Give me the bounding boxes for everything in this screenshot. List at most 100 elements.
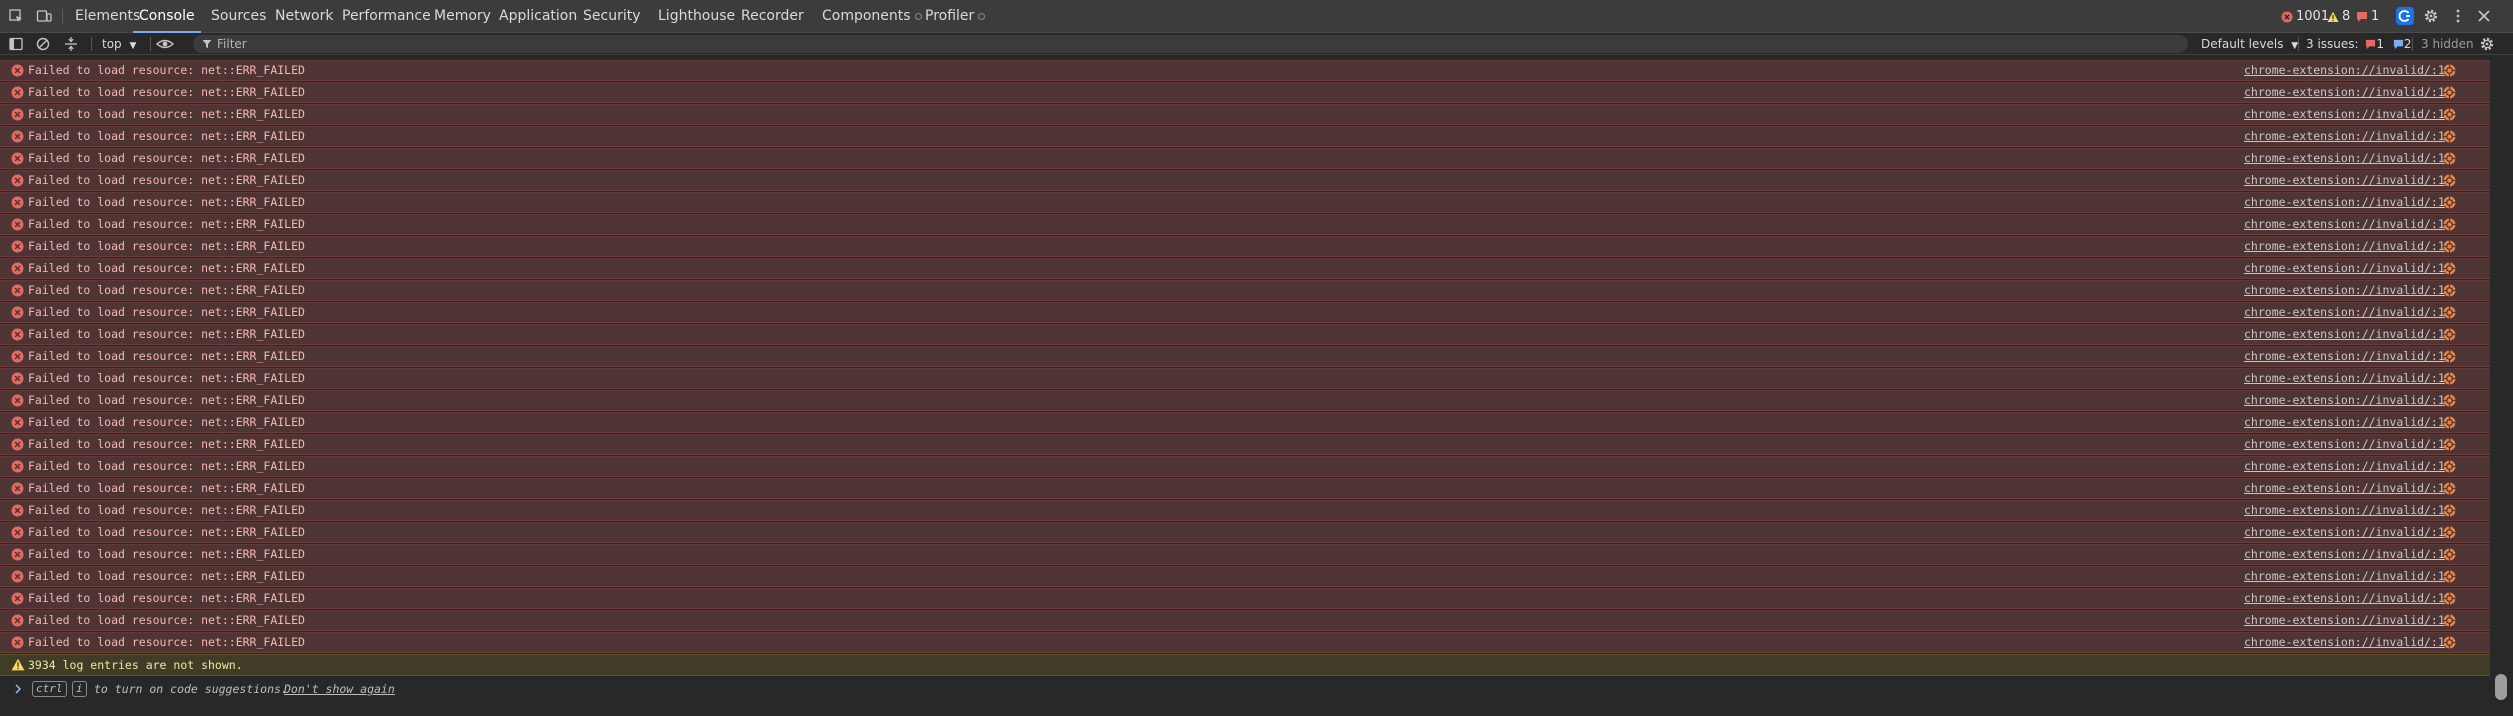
extension-icon[interactable]	[2443, 482, 2456, 495]
extension-icon[interactable]	[2443, 350, 2456, 363]
tab-performance[interactable]: Performance	[342, 0, 431, 33]
extension-icon[interactable]	[2443, 614, 2456, 627]
extension-icon[interactable]	[2443, 548, 2456, 561]
tab-elements[interactable]: Elements	[75, 0, 140, 33]
extension-icon[interactable]	[2443, 416, 2456, 429]
source-link[interactable]: chrome-extension://invalid/:1	[2244, 457, 2445, 476]
more-options-icon[interactable]	[2450, 8, 2466, 24]
filter-panel-icon[interactable]	[63, 36, 79, 52]
tab-profiler[interactable]: Profiler	[925, 0, 986, 33]
tab-security[interactable]: Security	[583, 0, 641, 33]
error-circle-icon	[11, 174, 24, 187]
close-devtools-icon[interactable]	[2476, 8, 2492, 24]
filter-box[interactable]	[193, 35, 2188, 53]
console-settings-gear-icon[interactable]	[2479, 36, 2495, 52]
source-link[interactable]: chrome-extension://invalid/:1	[2244, 633, 2445, 652]
extension-icon[interactable]	[2443, 636, 2456, 649]
tab-sources[interactable]: Sources	[211, 0, 266, 33]
console-scrollbar[interactable]	[2490, 56, 2513, 716]
source-link[interactable]: chrome-extension://invalid/:1	[2244, 61, 2445, 80]
extension-icon[interactable]	[2443, 240, 2456, 253]
live-expression-eye-icon[interactable]	[155, 36, 175, 52]
error-count: 1001	[2296, 9, 2330, 24]
error-circle-icon	[11, 86, 24, 99]
tab-label: Memory	[434, 8, 491, 24]
console-error-message: Failed to load resource: net::ERR_FAILED…	[0, 610, 2490, 631]
source-link[interactable]: chrome-extension://invalid/:1	[2244, 523, 2445, 542]
source-link[interactable]: chrome-extension://invalid/:1	[2244, 237, 2445, 256]
source-link[interactable]: chrome-extension://invalid/:1	[2244, 545, 2445, 564]
extension-icon[interactable]	[2443, 438, 2456, 451]
console-error-message: Failed to load resource: net::ERR_FAILED…	[0, 324, 2490, 345]
extension-icon[interactable]	[2443, 394, 2456, 407]
extension-icon[interactable]	[2443, 152, 2456, 165]
settings-gear-icon[interactable]	[2423, 8, 2439, 24]
extension-icon[interactable]	[2443, 328, 2456, 341]
tab-components[interactable]: Components	[822, 0, 922, 33]
filter-input[interactable]	[217, 35, 2177, 53]
source-link[interactable]: chrome-extension://invalid/:1	[2244, 325, 2445, 344]
source-link[interactable]: chrome-extension://invalid/:1	[2244, 589, 2445, 608]
console-error-message: Failed to load resource: net::ERR_FAILED…	[0, 236, 2490, 257]
source-link[interactable]: chrome-extension://invalid/:1	[2244, 127, 2445, 146]
extension-icon[interactable]	[2443, 218, 2456, 231]
extension-icon[interactable]	[2443, 526, 2456, 539]
log-levels-dropdown[interactable]: Default levels ▼	[2201, 33, 2298, 55]
issues-button[interactable]: 3 issues: 1 2	[2306, 33, 2412, 55]
source-link[interactable]: chrome-extension://invalid/:1	[2244, 149, 2445, 168]
extension-icon[interactable]	[2443, 196, 2456, 209]
console-error-message: Failed to load resource: net::ERR_FAILED…	[0, 522, 2490, 543]
source-link[interactable]: chrome-extension://invalid/:1	[2244, 193, 2445, 212]
tab-memory[interactable]: Memory	[434, 0, 491, 33]
device-toolbar-icon[interactable]	[36, 8, 52, 24]
dont-show-again-link[interactable]: Don't show again	[284, 678, 395, 700]
source-link[interactable]: chrome-extension://invalid/:1	[2244, 259, 2445, 278]
source-link[interactable]: chrome-extension://invalid/:1	[2244, 347, 2445, 366]
extension-icon[interactable]	[2443, 130, 2456, 143]
source-link[interactable]: chrome-extension://invalid/:1	[2244, 567, 2445, 586]
source-link[interactable]: chrome-extension://invalid/:1	[2244, 611, 2445, 630]
warning-counter[interactable]: 8	[2327, 8, 2350, 25]
source-link[interactable]: chrome-extension://invalid/:1	[2244, 105, 2445, 124]
source-link[interactable]: chrome-extension://invalid/:1	[2244, 171, 2445, 190]
error-message-text: Failed to load resource: net::ERR_FAILED	[28, 63, 305, 77]
scrollbar-thumb[interactable]	[2495, 674, 2507, 700]
source-link[interactable]: chrome-extension://invalid/:1	[2244, 501, 2445, 520]
tab-console[interactable]: Console	[133, 0, 201, 33]
tab-application[interactable]: Application	[499, 0, 577, 33]
context-selector[interactable]: top ▼	[102, 33, 136, 55]
extension-icon[interactable]	[2443, 372, 2456, 385]
tab-network[interactable]: Network	[275, 0, 333, 33]
extension-icon[interactable]	[2443, 284, 2456, 297]
source-link[interactable]: chrome-extension://invalid/:1	[2244, 413, 2445, 432]
extension-icon[interactable]	[2443, 460, 2456, 473]
source-link[interactable]: chrome-extension://invalid/:1	[2244, 281, 2445, 300]
extension-icon[interactable]	[2443, 306, 2456, 319]
extension-icon[interactable]	[2443, 64, 2456, 77]
console-prompt[interactable]: ctrl i to turn on code suggestions. Don'…	[0, 678, 2490, 702]
source-link[interactable]: chrome-extension://invalid/:1	[2244, 391, 2445, 410]
source-link[interactable]: chrome-extension://invalid/:1	[2244, 479, 2445, 498]
extension-icon[interactable]	[2443, 86, 2456, 99]
source-link[interactable]: chrome-extension://invalid/:1	[2244, 83, 2445, 102]
error-counter[interactable]: 1001	[2281, 8, 2329, 25]
clear-console-icon[interactable]	[35, 36, 51, 52]
inspect-element-icon[interactable]	[8, 8, 24, 24]
extension-icon[interactable]	[2443, 504, 2456, 517]
error-message-text: Failed to load resource: net::ERR_FAILED	[28, 437, 305, 451]
extension-icon[interactable]	[2443, 570, 2456, 583]
source-link[interactable]: chrome-extension://invalid/:1	[2244, 215, 2445, 234]
sidebar-toggle-icon[interactable]	[8, 36, 24, 52]
extension-icon[interactable]	[2443, 262, 2456, 275]
extension-icon[interactable]	[2443, 592, 2456, 605]
tab-recorder[interactable]: Recorder	[741, 0, 804, 33]
error-circle-icon	[11, 284, 24, 297]
ai-assistance-icon[interactable]	[2396, 7, 2414, 25]
extension-icon[interactable]	[2443, 108, 2456, 121]
source-link[interactable]: chrome-extension://invalid/:1	[2244, 435, 2445, 454]
source-link[interactable]: chrome-extension://invalid/:1	[2244, 369, 2445, 388]
extension-icon[interactable]	[2443, 174, 2456, 187]
tab-lighthouse[interactable]: Lighthouse	[658, 0, 735, 33]
issue-counter[interactable]: 1	[2356, 8, 2379, 25]
source-link[interactable]: chrome-extension://invalid/:1	[2244, 303, 2445, 322]
